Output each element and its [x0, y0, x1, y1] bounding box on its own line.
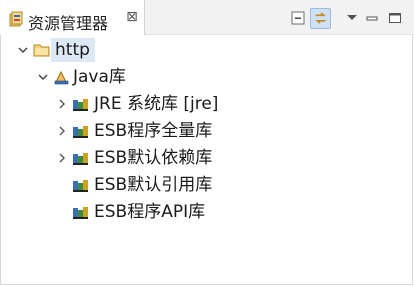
- tree-item-library[interactable]: ESB默认依赖库: [0, 146, 414, 170]
- java-library-icon: [54, 70, 69, 85]
- jar-library-icon: [73, 126, 88, 138]
- tree-item-label: ESB程序全量库: [94, 121, 213, 141]
- jar-library-icon: [73, 180, 88, 192]
- close-icon[interactable]: ⊠: [125, 9, 139, 25]
- chevron-down-icon[interactable]: [17, 44, 29, 56]
- package-explorer-icon: [9, 11, 23, 27]
- tree-item-label: ESB程序API库: [94, 202, 206, 222]
- tree-item-project[interactable]: http: [0, 38, 414, 62]
- tree-item-library[interactable]: ESB程序API库: [0, 200, 414, 224]
- tree-item-label: Java库: [73, 67, 126, 87]
- jar-library-icon: [73, 207, 88, 219]
- jar-library-icon: [73, 99, 88, 111]
- chevron-right-icon[interactable]: [56, 152, 68, 164]
- tree-item-java-library[interactable]: Java库: [0, 65, 414, 89]
- jar-library-icon: [73, 153, 88, 165]
- tree-item-label: ESB默认依赖库: [94, 148, 213, 168]
- collapse-all-icon[interactable]: [289, 9, 307, 27]
- project-folder-icon: [33, 44, 50, 57]
- minimize-icon[interactable]: [363, 9, 381, 27]
- tab-resource-manager[interactable]: 资源管理器 ⊠: [0, 0, 145, 35]
- view-menu-icon[interactable]: [343, 9, 361, 27]
- tree-item-label: http: [55, 40, 90, 60]
- view-header: 资源管理器 ⊠: [0, 0, 414, 35]
- link-with-editor-icon[interactable]: [310, 8, 331, 29]
- tree-item-library[interactable]: ESB默认引用库: [0, 173, 414, 197]
- maximize-icon[interactable]: [386, 9, 404, 27]
- view-title: 资源管理器: [28, 14, 109, 33]
- chevron-down-icon[interactable]: [37, 71, 49, 83]
- chevron-right-icon[interactable]: [56, 125, 68, 137]
- chevron-right-icon[interactable]: [56, 98, 68, 110]
- tree-item-library[interactable]: JRE 系统库 [jre]: [0, 92, 414, 116]
- tree-item-label: ESB默认引用库: [94, 175, 213, 195]
- tree-item-label: JRE 系统库 [jre]: [94, 94, 219, 114]
- tree-item-library[interactable]: ESB程序全量库: [0, 119, 414, 143]
